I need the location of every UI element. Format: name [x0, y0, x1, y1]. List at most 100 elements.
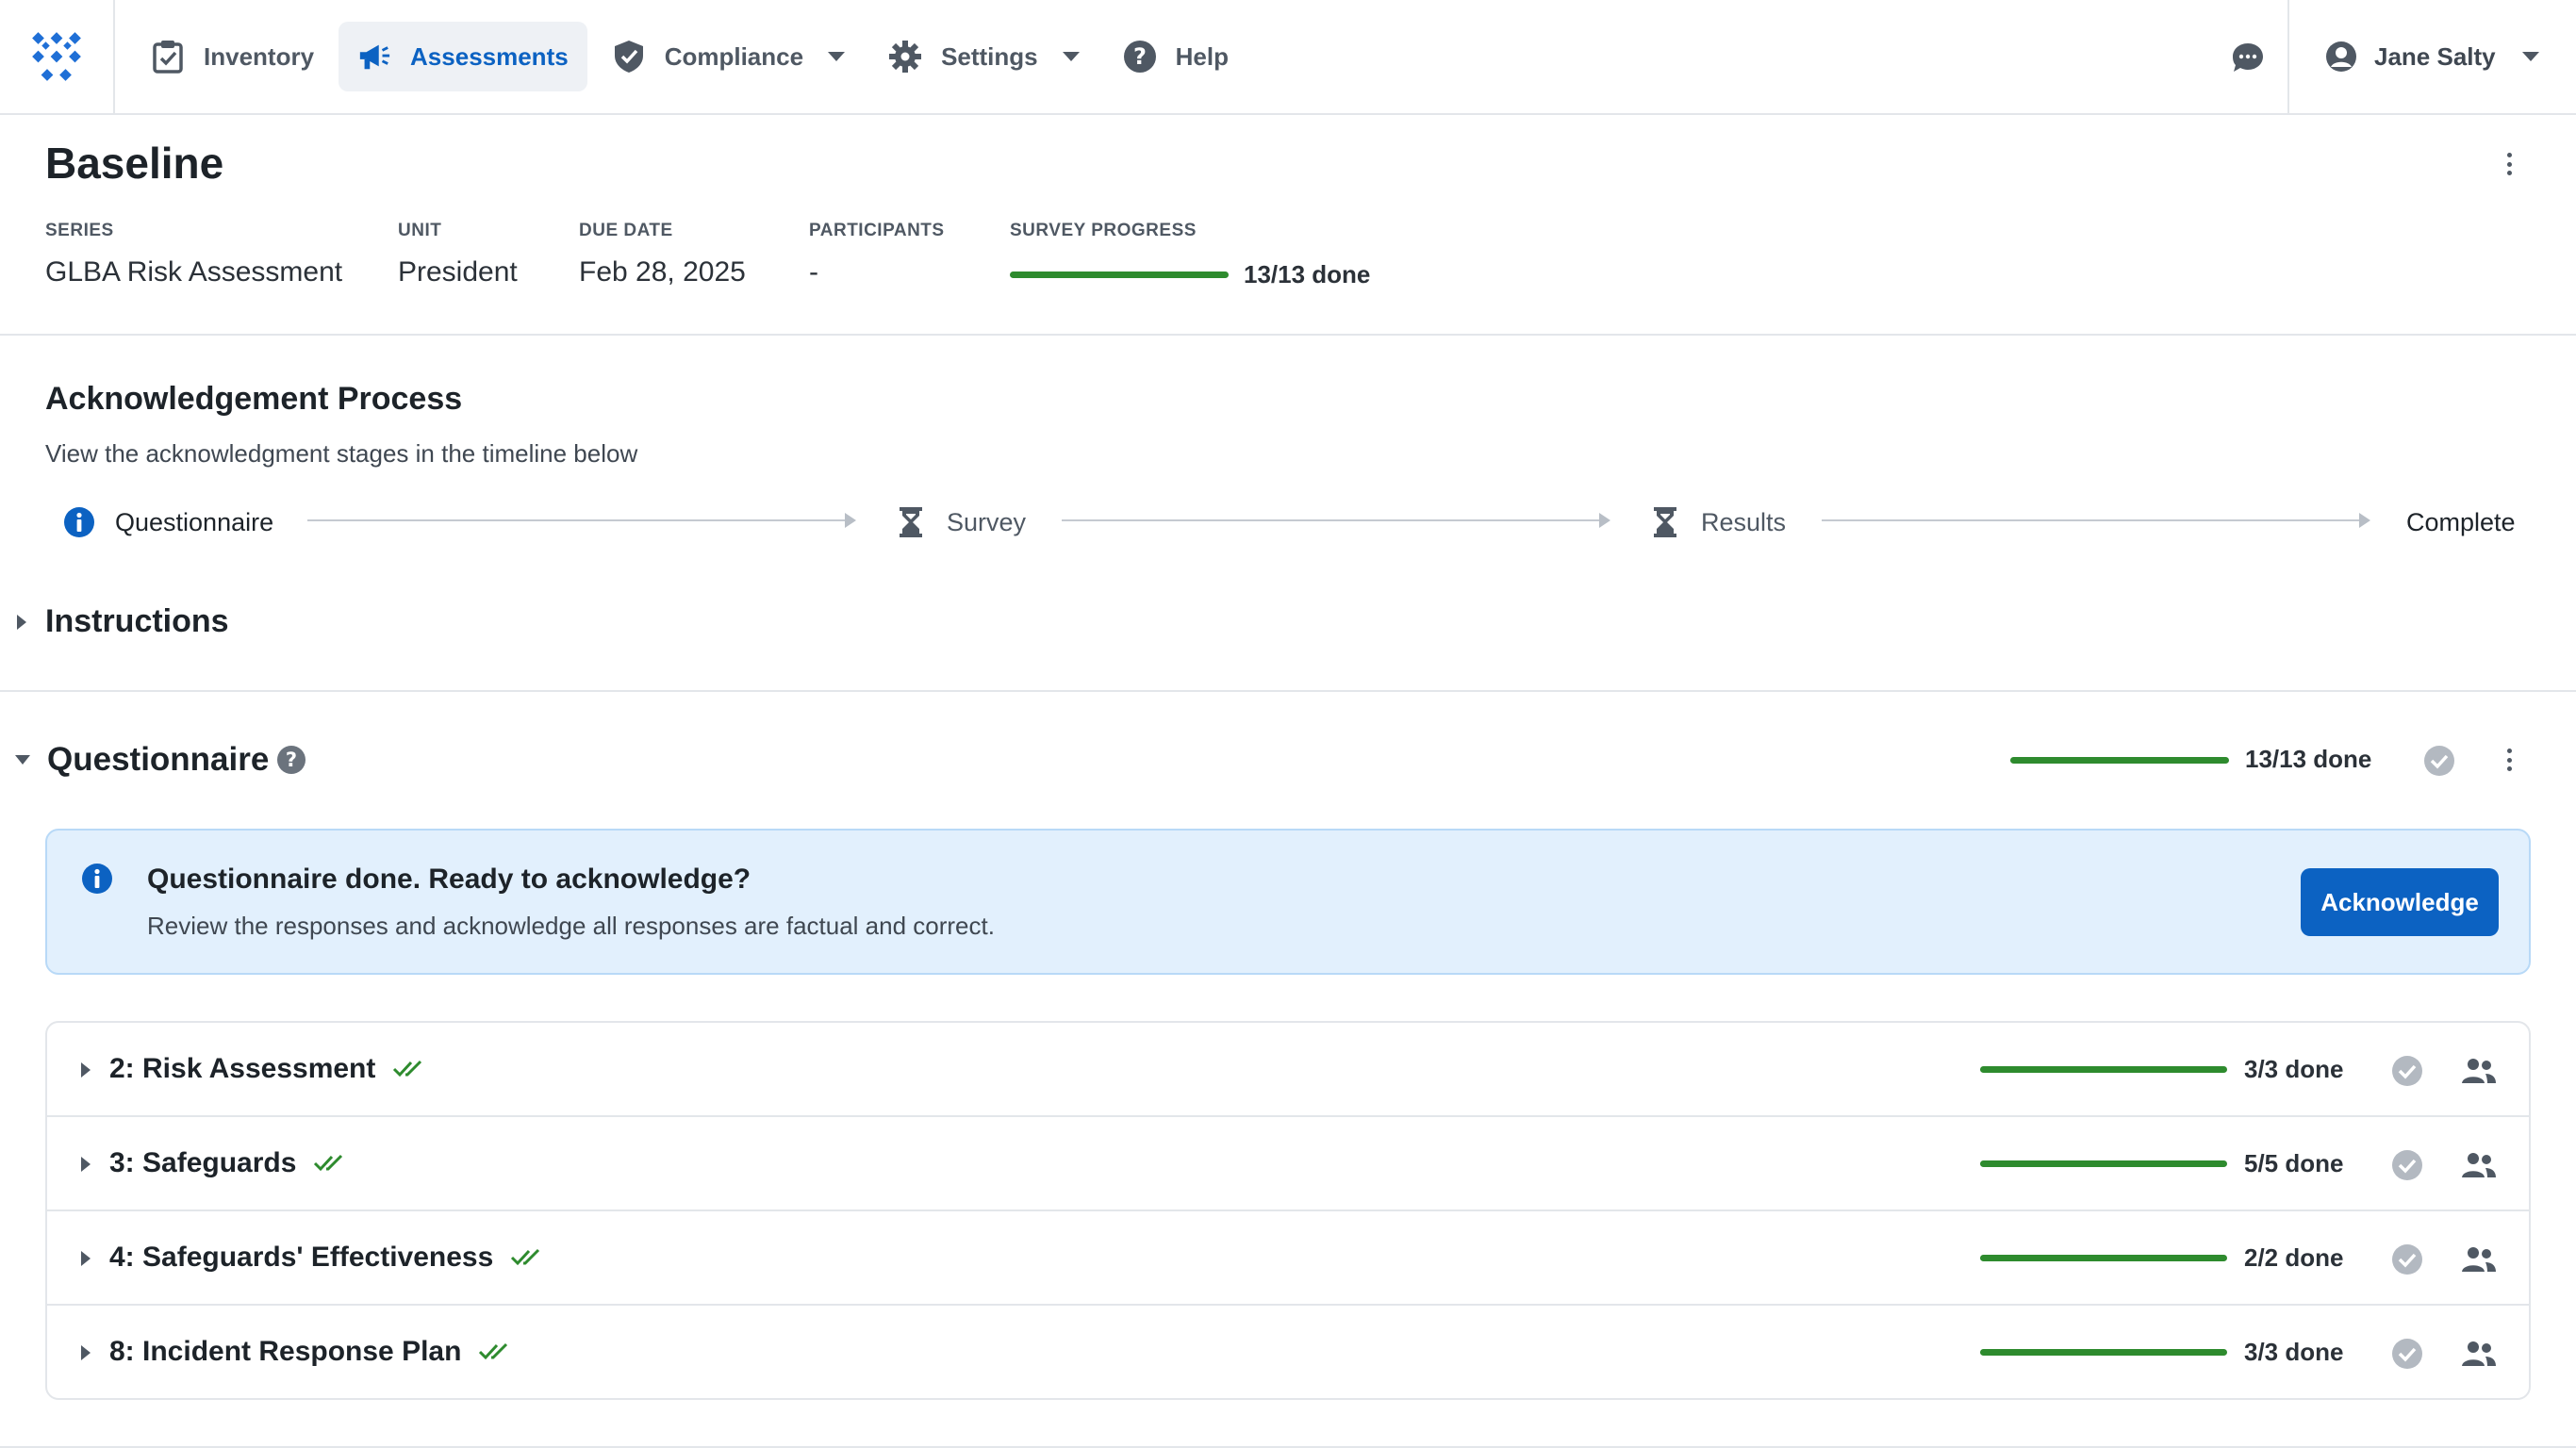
- page-more-options-icon[interactable]: [2502, 147, 2517, 181]
- check-circle-icon: [2392, 1339, 2422, 1369]
- nav-label-assessments: Assessments: [410, 41, 569, 71]
- meta-value: President: [398, 256, 518, 288]
- instructions-toggle[interactable]: Instructions: [17, 603, 229, 640]
- meta-label: DUE DATE: [579, 221, 673, 240]
- shield-check-icon: [612, 40, 646, 74]
- step-complete: Complete: [2406, 502, 2516, 543]
- meta-unit: UNIT President: [398, 221, 518, 288]
- nav-label-help: Help: [1175, 41, 1229, 71]
- meta-label: SERIES: [45, 221, 114, 240]
- app-logo[interactable]: [0, 0, 115, 113]
- section-progress-text: 2/2 done: [2244, 1243, 2344, 1272]
- step-label: Survey: [947, 507, 1027, 536]
- questionnaire-sections-list: 2: Risk Assessment 3/3 done 3: Safeguard…: [45, 1021, 2531, 1400]
- list-item[interactable]: 8: Incident Response Plan 3/3 done: [47, 1306, 2529, 1398]
- chevron-right-icon: [17, 614, 26, 630]
- clipboard-check-icon: [151, 40, 185, 74]
- questionnaire-progress-text: 13/13 done: [2245, 745, 2372, 773]
- nav-label-compliance: Compliance: [664, 41, 804, 71]
- section-name: 2: Risk Assessment: [109, 1053, 376, 1084]
- process-subtitle: View the acknowledgment stages in the ti…: [45, 439, 638, 468]
- section-name: 8: Incident Response Plan: [109, 1336, 462, 1367]
- chevron-down-icon: [1062, 52, 1080, 61]
- chevron-down-icon: [828, 52, 846, 61]
- section-progress-bar: [1980, 1349, 2227, 1356]
- step-label: Results: [1701, 507, 1787, 536]
- svg-text:?: ?: [286, 749, 297, 771]
- acknowledge-button[interactable]: Acknowledge: [2301, 868, 2499, 936]
- nav-item-help[interactable]: ? Help: [1104, 22, 1247, 91]
- section-name: 3: Safeguards: [109, 1147, 297, 1178]
- chevron-down-icon: [2521, 52, 2539, 61]
- banner-body: Review the responses and acknowledge all…: [147, 912, 995, 940]
- people-icon[interactable]: [2461, 1151, 2497, 1179]
- step-label: Questionnaire: [115, 507, 274, 536]
- list-item[interactable]: 3: Safeguards 5/5 done: [47, 1117, 2529, 1211]
- chevron-right-icon: [81, 1157, 91, 1172]
- info-circle-icon: [62, 505, 96, 539]
- list-item[interactable]: 4: Safeguards' Effectiveness 2/2 done: [47, 1211, 2529, 1306]
- gear-icon: [888, 40, 922, 74]
- questionnaire-toggle[interactable]: Questionnaire ?: [15, 741, 306, 779]
- section-progress-bar: [1980, 1066, 2227, 1073]
- svg-text:?: ?: [1133, 43, 1147, 70]
- meta-survey-progress: SURVEY PROGRESS 13/13 done: [1010, 221, 1370, 289]
- main-nav: Inventory Assessments Compliance Setting…: [132, 22, 1253, 91]
- step-survey: Survey: [894, 502, 1026, 543]
- step-results: Results: [1648, 502, 1786, 543]
- section-divider: [0, 334, 2576, 336]
- user-avatar-icon: [2325, 41, 2357, 73]
- check-circle-icon: [2423, 745, 2455, 777]
- section-progress-bar: [1980, 1255, 2227, 1261]
- people-icon[interactable]: [2461, 1057, 2497, 1085]
- timeline-arrow: [1822, 513, 2370, 528]
- survey-progress-bar: [1010, 272, 1229, 278]
- meta-series: SERIES GLBA Risk Assessment: [45, 221, 342, 288]
- questionnaire-more-options-icon[interactable]: [2502, 743, 2517, 777]
- section-divider: [0, 690, 2576, 692]
- info-circle-icon: [81, 863, 115, 897]
- top-navigation-bar: Inventory Assessments Compliance Setting…: [0, 0, 2576, 115]
- step-label: Complete: [2406, 507, 2516, 536]
- banner-heading: Questionnaire done. Ready to acknowledge…: [147, 864, 751, 895]
- nav-label-settings: Settings: [941, 41, 1038, 71]
- logo-icon: [32, 32, 81, 81]
- double-check-icon: [479, 1342, 508, 1360]
- hourglass-icon: [1648, 505, 1682, 539]
- nav-item-settings[interactable]: Settings: [869, 22, 1098, 91]
- page-title: Baseline: [45, 139, 224, 188]
- section-name: 4: Safeguards' Effectiveness: [109, 1242, 494, 1273]
- chevron-down-icon: [15, 755, 30, 765]
- user-menu[interactable]: Jane Salty: [2287, 0, 2576, 113]
- user-name: Jane Salty: [2374, 41, 2496, 71]
- nav-item-compliance[interactable]: Compliance: [593, 22, 864, 91]
- meta-label: SURVEY PROGRESS: [1010, 221, 1197, 240]
- questionnaire-progress-bar: [2010, 757, 2229, 764]
- nav-item-assessments[interactable]: Assessments: [339, 22, 587, 91]
- chat-icon[interactable]: [2231, 41, 2265, 74]
- step-questionnaire: Questionnaire: [62, 502, 273, 543]
- megaphone-icon: [357, 40, 391, 74]
- question-circle-icon: ?: [1123, 40, 1157, 74]
- section-progress-text: 3/3 done: [2244, 1055, 2344, 1083]
- survey-progress-text: 13/13 done: [1244, 260, 1371, 288]
- double-check-icon: [314, 1154, 343, 1172]
- double-check-icon: [393, 1060, 422, 1078]
- nav-label-inventory: Inventory: [204, 41, 315, 71]
- double-check-icon: [511, 1248, 540, 1266]
- chevron-right-icon: [81, 1062, 91, 1078]
- questionnaire-title: Questionnaire: [47, 741, 270, 778]
- hourglass-icon: [894, 505, 928, 539]
- meta-value: Feb 28, 2025: [579, 256, 746, 288]
- help-icon[interactable]: ?: [276, 745, 306, 775]
- section-progress-text: 5/5 done: [2244, 1149, 2344, 1177]
- chevron-right-icon: [81, 1251, 91, 1266]
- people-icon[interactable]: [2461, 1340, 2497, 1368]
- list-item[interactable]: 2: Risk Assessment 3/3 done: [47, 1023, 2529, 1117]
- instructions-title: Instructions: [45, 603, 229, 639]
- people-icon[interactable]: [2461, 1245, 2497, 1274]
- timeline-arrow: [1062, 513, 1610, 528]
- process-title: Acknowledgement Process: [45, 381, 463, 417]
- check-circle-icon: [2392, 1150, 2422, 1180]
- nav-item-inventory[interactable]: Inventory: [132, 22, 333, 91]
